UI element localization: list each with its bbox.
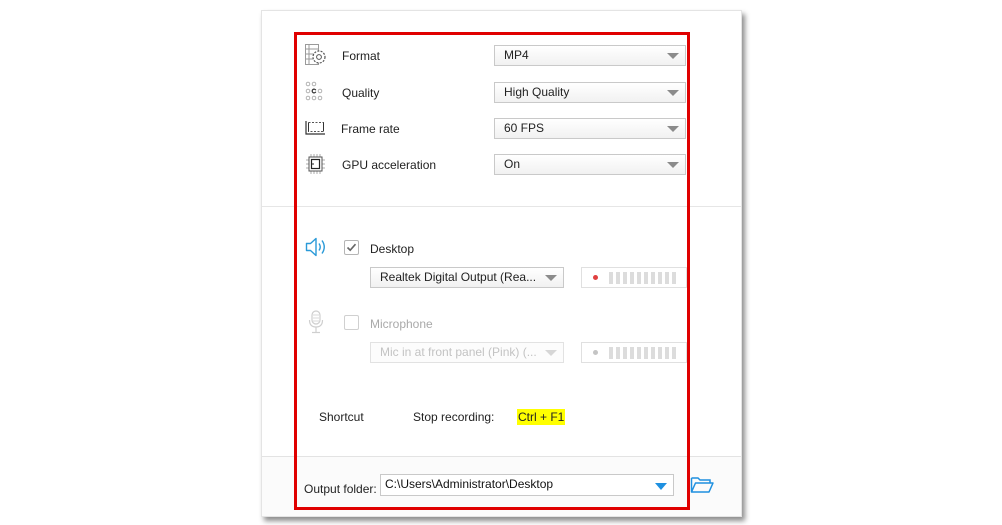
level-bar: [616, 272, 620, 284]
speaker-icon: [305, 237, 329, 257]
frame-rate-icon: [305, 117, 327, 139]
chevron-down-icon: [545, 350, 557, 356]
stop-recording-label: Stop recording:: [413, 410, 495, 424]
level-bar: [630, 272, 634, 284]
gpu-chip-icon: [305, 153, 327, 175]
desktop-level-indicator-dot: [593, 275, 598, 280]
format-label: Format: [342, 49, 381, 63]
level-bar: [637, 347, 641, 359]
desktop-device-value: Realtek Digital Output (Rea...: [380, 270, 537, 284]
level-bar: [672, 347, 676, 359]
chevron-down-icon: [667, 126, 679, 132]
desktop-level-meter: [581, 267, 687, 288]
desktop-audio-checkbox[interactable]: [344, 240, 359, 255]
desktop-audio-label: Desktop: [370, 242, 415, 256]
frame-rate-value: 60 FPS: [504, 121, 545, 135]
microphone-level-meter: [581, 342, 687, 363]
quality-select[interactable]: High Quality: [494, 82, 686, 103]
gpu-acceleration-value: On: [504, 157, 521, 171]
microphone-icon: [307, 310, 325, 334]
microphone-label: Microphone: [370, 317, 433, 331]
section-divider: [262, 206, 741, 207]
desktop-device-select[interactable]: Realtek Digital Output (Rea...: [370, 267, 564, 288]
chevron-down-icon: [667, 162, 679, 168]
microphone-checkbox[interactable]: [344, 315, 359, 330]
gpu-acceleration-row: GPU acceleration On: [262, 153, 741, 177]
output-folder-bar: Output folder: C:\Users\Administrator\De…: [262, 456, 741, 516]
level-bar: [644, 272, 648, 284]
chevron-down-icon: [667, 90, 679, 96]
output-folder-label: Output folder:: [304, 482, 377, 496]
format-row: Format MP4: [262, 44, 741, 68]
level-bar: [644, 347, 648, 359]
recording-settings-window: Format MP4 Quality High Quality Frame ra…: [261, 10, 742, 517]
format-value: MP4: [504, 48, 529, 62]
level-bar: [651, 347, 655, 359]
level-bar: [623, 347, 627, 359]
chevron-down-icon: [655, 483, 667, 490]
desktop-level-bars: [609, 272, 676, 284]
quality-row: Quality High Quality: [262, 81, 741, 105]
format-select[interactable]: MP4: [494, 45, 686, 66]
level-bar: [609, 272, 613, 284]
level-bar: [658, 347, 662, 359]
quality-value: High Quality: [504, 85, 570, 99]
microphone-level-bars: [609, 347, 676, 359]
level-bar: [672, 272, 676, 284]
level-bar: [623, 272, 627, 284]
level-bar: [609, 347, 613, 359]
gpu-acceleration-label: GPU acceleration: [342, 158, 437, 172]
frame-rate-row: Frame rate 60 FPS: [262, 117, 741, 141]
level-bar: [665, 347, 669, 359]
level-bar: [665, 272, 669, 284]
chevron-down-icon: [667, 53, 679, 59]
shortcut-label: Shortcut: [319, 410, 364, 424]
chevron-down-icon: [545, 275, 557, 281]
quality-dots-icon: [305, 81, 327, 103]
microphone-device-value: Mic in at front panel (Pink) (...: [380, 345, 537, 359]
level-bar: [658, 272, 662, 284]
checkmark-icon: [346, 243, 357, 252]
format-gear-icon: [305, 44, 327, 66]
open-folder-button[interactable]: [690, 475, 714, 495]
level-bar: [651, 272, 655, 284]
output-folder-path: C:\Users\Administrator\Desktop: [385, 477, 554, 491]
gpu-acceleration-select[interactable]: On: [494, 154, 686, 175]
level-bar: [616, 347, 620, 359]
frame-rate-select[interactable]: 60 FPS: [494, 118, 686, 139]
microphone-device-select[interactable]: Mic in at front panel (Pink) (...: [370, 342, 564, 363]
frame-rate-label: Frame rate: [341, 122, 400, 136]
microphone-level-indicator-dot: [593, 350, 598, 355]
level-bar: [637, 272, 641, 284]
output-folder-select[interactable]: C:\Users\Administrator\Desktop: [380, 474, 674, 496]
folder-icon: [690, 477, 714, 493]
level-bar: [630, 347, 634, 359]
quality-label: Quality: [342, 86, 380, 100]
stop-recording-hotkey[interactable]: Ctrl + F1: [517, 409, 566, 425]
